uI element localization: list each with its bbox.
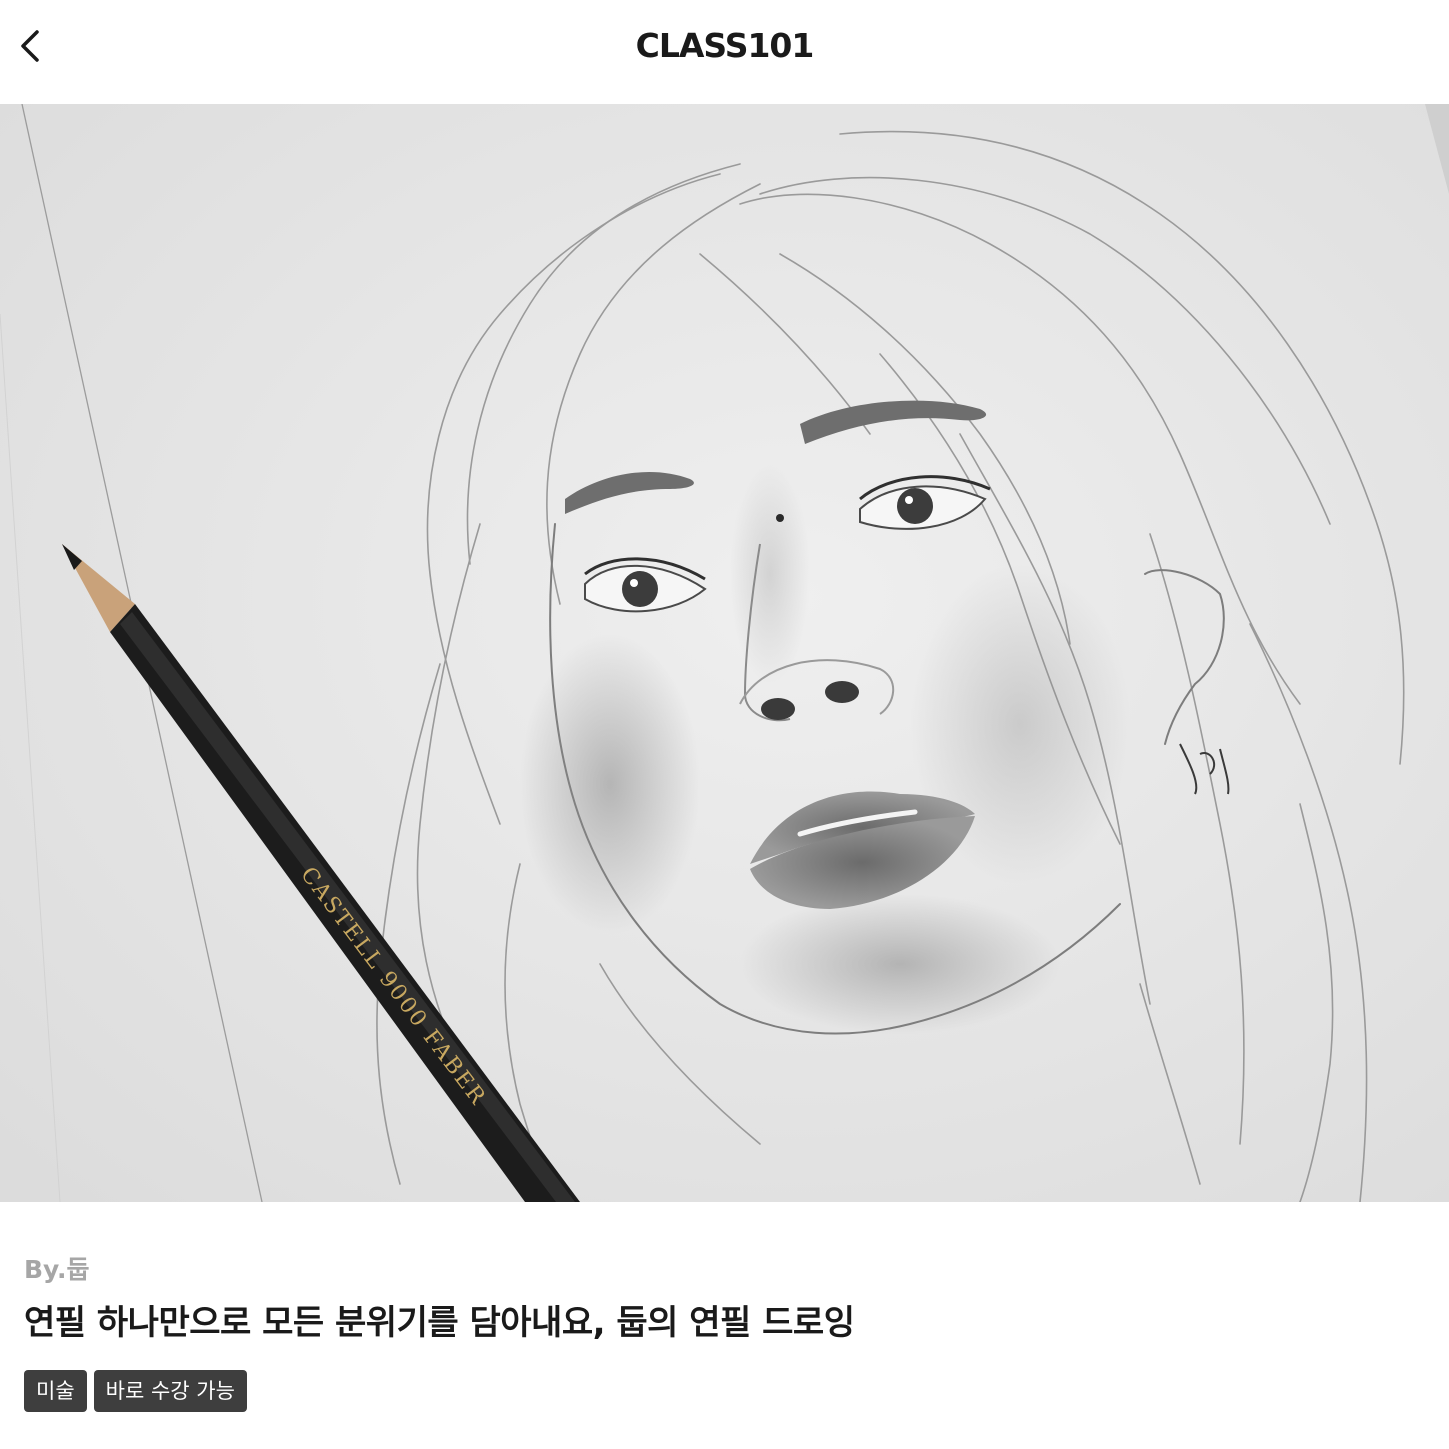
top-header: CLASS101 — [0, 0, 1449, 104]
brand-logo[interactable]: CLASS101 — [0, 26, 1449, 65]
tag-category[interactable]: 미술 — [24, 1370, 87, 1412]
hero-image: CASTELL 9000 FABER — [0, 104, 1449, 1202]
portrait-sketch-illustration: CASTELL 9000 FABER — [0, 104, 1449, 1202]
creator-name[interactable]: By.둡 — [24, 1252, 1424, 1288]
tag-availability[interactable]: 바로 수강 가능 — [93, 1370, 247, 1412]
tag-list: 미술 바로 수강 가능 — [24, 1370, 1424, 1412]
course-info: By.둡 연필 하나만으로 모든 분위기를 담아내요, 둡의 연필 드로잉 미술… — [24, 1252, 1424, 1412]
course-title: 연필 하나만으로 모든 분위기를 담아내요, 둡의 연필 드로잉 — [24, 1303, 855, 1343]
